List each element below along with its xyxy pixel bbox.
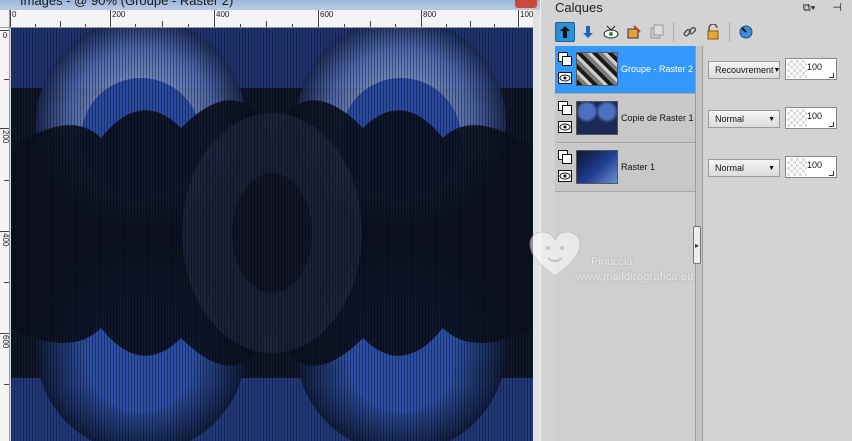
move-layer-up-icon[interactable]	[555, 22, 575, 42]
opacity-field[interactable]: 100	[785, 156, 837, 178]
opacity-value: 100	[806, 62, 822, 72]
splitter-handle[interactable]: ▸	[693, 226, 701, 264]
resize-grip-icon[interactable]	[829, 122, 834, 127]
layer-properties: Recouvrement ▼ 100	[703, 46, 852, 94]
layer-icon[interactable]	[558, 150, 572, 164]
ruler-label: 600	[1, 335, 10, 349]
pin-icon[interactable]: ⊣	[832, 2, 842, 14]
layer-row[interactable]: Raster 1	[555, 144, 695, 192]
ruler-label: 600	[320, 10, 334, 19]
layer-name: Copie de Raster 1	[621, 113, 694, 123]
chevron-down-icon: ▼	[768, 115, 775, 123]
vertical-scrollbar[interactable]	[533, 10, 540, 441]
image-canvas[interactable]	[11, 28, 533, 441]
close-button[interactable]	[515, 0, 537, 8]
dock-icon[interactable]: ⧉▾	[803, 2, 815, 14]
eye-icon[interactable]	[558, 72, 572, 84]
blend-mode-value: Normal	[715, 163, 745, 173]
layer-name: Raster 1	[621, 162, 656, 172]
eye-icon[interactable]	[558, 170, 572, 182]
ruler-label: 0	[12, 10, 17, 19]
layers-toolbar	[555, 22, 756, 44]
toolbar-separator	[673, 22, 674, 42]
opacity-value: 100	[806, 111, 822, 121]
opacity-swatch	[787, 109, 807, 127]
eye-icon[interactable]	[558, 121, 572, 133]
ruler-label: 200	[1, 130, 10, 144]
ruler-label: 400	[216, 10, 230, 19]
layer-properties: Normal ▼ 100	[703, 144, 852, 192]
image-window-titlebar[interactable]: Images - @ 90% (Groupe - Raster 2)	[0, 0, 540, 10]
chevron-down-icon: ▼	[773, 66, 781, 74]
watermark-name: Pinuccia	[591, 256, 633, 268]
opacity-swatch	[787, 60, 807, 78]
blend-mode-value: Normal	[715, 114, 745, 124]
ruler-corner	[0, 10, 10, 28]
watermark-url: www.maildiregrafica.eu	[576, 271, 694, 283]
group-icon[interactable]	[558, 52, 572, 66]
layer-thumbnail	[576, 101, 618, 135]
image-window-title: Images - @ 90% (Groupe - Raster 2)	[20, 0, 234, 8]
duplicate-layer-icon[interactable]	[647, 22, 667, 42]
blend-mode-value: Recouvrement	[715, 65, 774, 75]
toolbar-separator	[729, 22, 730, 42]
edit-selection-icon[interactable]	[624, 22, 644, 42]
vertical-ruler: 0 200 400 600	[0, 28, 10, 441]
blend-mode-select[interactable]: Normal ▼	[708, 159, 780, 177]
ruler-label: 200	[112, 10, 126, 19]
view-icon[interactable]	[736, 22, 756, 42]
blend-mode-select[interactable]: Normal ▼	[708, 110, 780, 128]
layer-properties: Normal ▼ 100	[703, 95, 852, 143]
opacity-value: 100	[806, 160, 822, 170]
blend-mode-select[interactable]: Recouvrement ▼	[708, 61, 780, 79]
opacity-field[interactable]: 100	[785, 107, 837, 129]
app-root: Images - @ 90% (Groupe - Raster 2) 0 200	[0, 0, 852, 441]
layer-thumbnail	[576, 52, 618, 86]
opacity-swatch	[787, 158, 807, 176]
opacity-field[interactable]: 100	[785, 58, 837, 80]
watermark-heart-icon	[529, 231, 581, 277]
layers-list: Groupe - Raster 2 Copie de Raster 1 Rast…	[555, 46, 852, 441]
ruler-label: 800	[423, 10, 437, 19]
ruler-label: 100	[520, 10, 534, 19]
link-icon[interactable]	[680, 22, 700, 42]
resize-grip-icon[interactable]	[829, 171, 834, 176]
move-layer-down-icon[interactable]	[578, 22, 598, 42]
palette-title: Calques	[555, 0, 603, 15]
canvas-artwork	[11, 28, 533, 441]
layer-row[interactable]: Groupe - Raster 2	[555, 46, 695, 94]
lock-icon[interactable]	[703, 22, 723, 42]
image-window: Images - @ 90% (Groupe - Raster 2) 0 200	[0, 0, 540, 441]
visibility-toggle-icon[interactable]	[601, 22, 621, 42]
chevron-down-icon: ▼	[768, 164, 775, 172]
layer-name: Groupe - Raster 2	[621, 64, 694, 74]
resize-grip-icon[interactable]	[829, 73, 834, 78]
ruler-label: 400	[1, 233, 10, 247]
layers-palette: Calques ⧉▾ ⊣ Groupe - Raster 2 Copie de …	[541, 0, 852, 441]
ruler-label: 0	[2, 31, 8, 40]
horizontal-ruler: 0 200 400 600 800 100	[10, 10, 534, 28]
layer-thumbnail	[576, 150, 618, 184]
palette-header-icons: ⧉▾ ⊣	[803, 1, 842, 15]
layer-icon[interactable]	[558, 101, 572, 115]
layer-row[interactable]: Copie de Raster 1	[555, 95, 695, 143]
